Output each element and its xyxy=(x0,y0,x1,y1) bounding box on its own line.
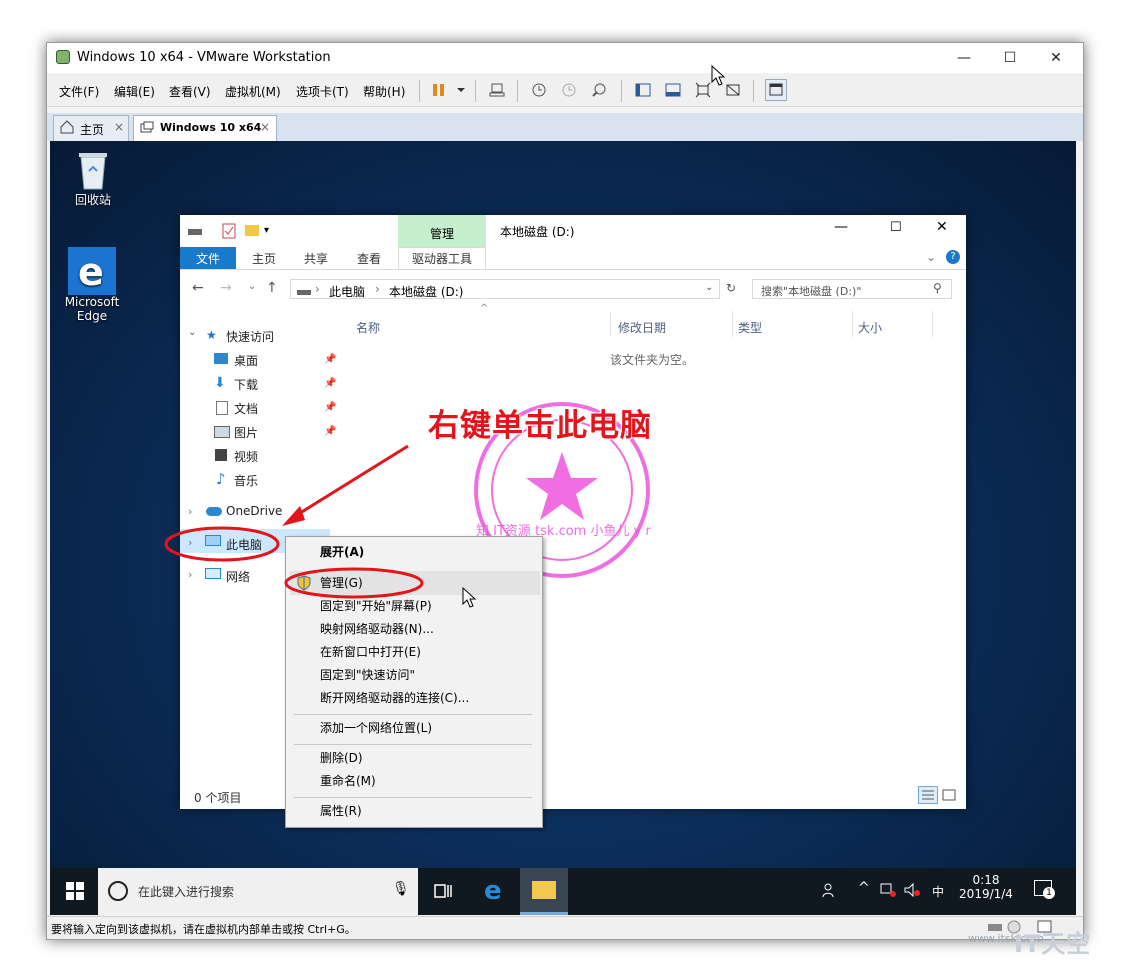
menu-item-open-new-window[interactable]: 在新窗口中打开(E) xyxy=(286,641,542,664)
annotation-arrow xyxy=(291,444,409,520)
menu-item-add-network-location[interactable]: 添加一个网络位置(L) xyxy=(286,717,542,740)
context-menu: 展开(A) 管理(G) 固定到"开始"屏幕(P) 映射网络驱动器(N)... 在… xyxy=(285,536,543,828)
annotation-overlay xyxy=(164,402,650,578)
menu-item-delete[interactable]: 删除(D) xyxy=(286,747,542,770)
menu-item-map-drive[interactable]: 映射网络驱动器(N)... xyxy=(286,618,542,641)
menu-item-disconnect-drive[interactable]: 断开网络驱动器的连接(C)... xyxy=(286,687,542,710)
menu-item-pin-start[interactable]: 固定到"开始"屏幕(P) xyxy=(286,595,542,618)
menu-separator xyxy=(294,714,532,715)
this-pc-highlight-ellipse xyxy=(164,526,280,562)
menu-item-pin-quick-access[interactable]: 固定到"快速访问" xyxy=(286,664,542,687)
annotation-arrowhead xyxy=(282,506,305,526)
menu-item-rename[interactable]: 重命名(M) xyxy=(286,770,542,793)
watermark-logo: IT天空 xyxy=(1014,930,1092,958)
annotation-label: 右键单击此电脑 xyxy=(428,408,652,444)
menu-item-expand[interactable]: 展开(A) xyxy=(286,541,542,564)
menu-item-properties[interactable]: 属性(R) xyxy=(286,800,542,823)
menu-item-manage[interactable]: 管理(G) xyxy=(286,572,542,595)
menu-separator xyxy=(294,797,532,798)
menu-separator xyxy=(294,744,532,745)
